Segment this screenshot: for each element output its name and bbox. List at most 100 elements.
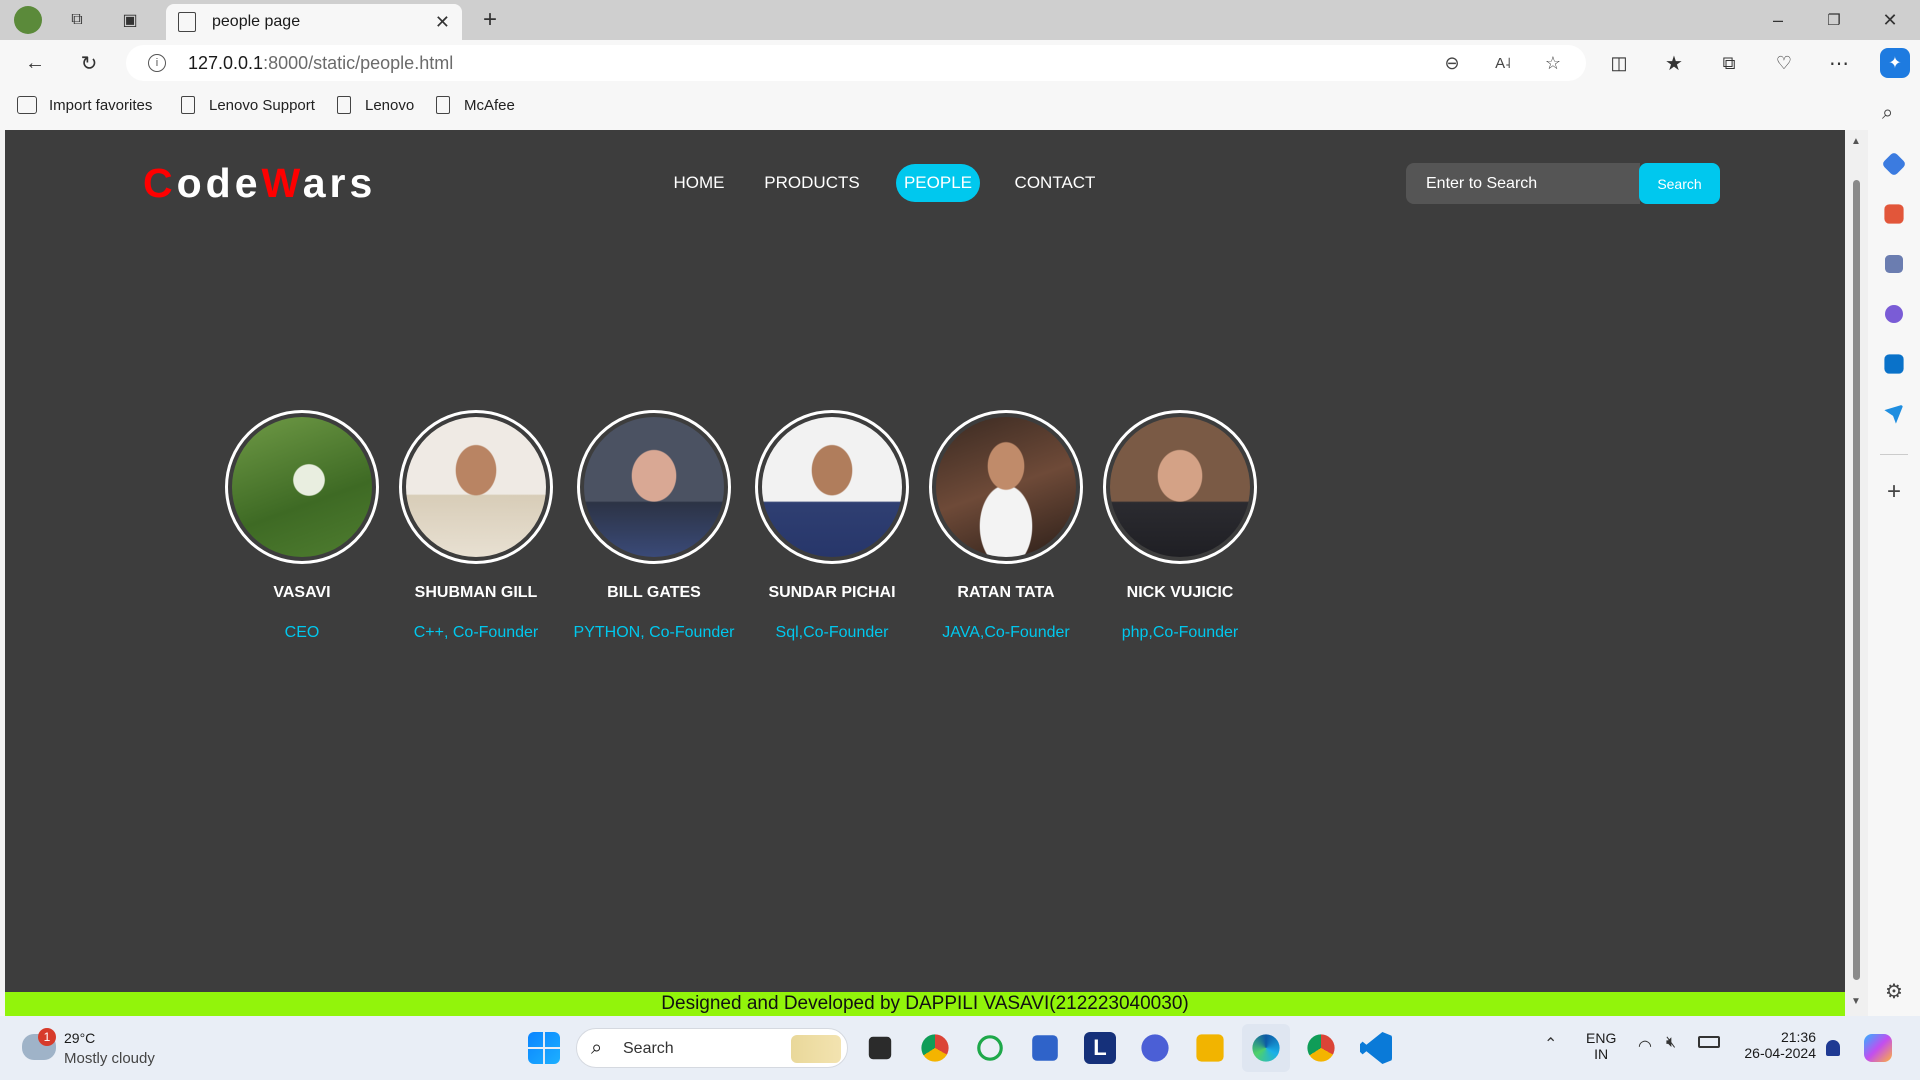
- collections-icon[interactable]: ⧉: [1714, 48, 1744, 78]
- person-role: C++, Co-Founder: [413, 624, 539, 641]
- page-icon: [337, 96, 351, 114]
- page-icon: [436, 96, 450, 114]
- taskbar-search-box[interactable]: ⌕ Search: [576, 1028, 848, 1068]
- start-windows-icon[interactable]: [528, 1032, 560, 1064]
- tab-actions-icon[interactable]: ▣: [116, 6, 144, 34]
- search-icon: ⌕: [591, 1037, 603, 1059]
- person-card: SUNDAR PICHAI Sql,Co-Founder: [749, 410, 915, 642]
- site-footer: Designed and Developed by DAPPILI VASAVI…: [5, 992, 1845, 1016]
- scroll-down-icon[interactable]: ▼: [1851, 996, 1861, 1007]
- vscode-icon[interactable]: [1360, 1032, 1392, 1064]
- person-card: RATAN TATA JAVA,Co-Founder: [923, 410, 1089, 642]
- fav-lenovo-support[interactable]: Lenovo Support: [181, 96, 315, 114]
- clock[interactable]: 21:36 26-04-2024: [1740, 1029, 1816, 1061]
- browser-essentials-icon[interactable]: ♡: [1769, 48, 1799, 78]
- tab-people-page[interactable]: people page ✕: [166, 4, 462, 40]
- search-button[interactable]: Search: [1639, 163, 1720, 204]
- app-a-icon[interactable]: [1141, 1034, 1169, 1062]
- search-input[interactable]: [1406, 163, 1640, 204]
- search-highlight-icon: [791, 1035, 841, 1063]
- nav-people[interactable]: PEOPLE: [896, 164, 980, 202]
- windows-taskbar: 1 29°C Mostly cloudy ⌕ Search L ⌃ ENG IN…: [0, 1016, 1920, 1080]
- restore-icon[interactable]: ❐: [1814, 6, 1854, 34]
- edge-icon[interactable]: [1252, 1034, 1280, 1062]
- app-ring-icon[interactable]: [977, 1035, 1003, 1061]
- tools-icon[interactable]: [1884, 204, 1904, 224]
- site-logo[interactable]: CodeWars: [143, 160, 376, 207]
- workspaces-icon[interactable]: ⧉: [63, 6, 91, 34]
- nav-products[interactable]: PRODUCTS: [757, 164, 867, 202]
- fav-lenovo[interactable]: Lenovo: [337, 96, 414, 114]
- refresh-icon[interactable]: ↻: [74, 48, 104, 78]
- person-card: NICK VUJICIC php,Co-Founder: [1097, 410, 1263, 642]
- weather-desc[interactable]: Mostly cloudy: [64, 1050, 155, 1067]
- url-path: :8000/static/people.html: [263, 52, 454, 73]
- url-host: 127.0.0.1: [188, 52, 264, 73]
- search-icon[interactable]: ⌕: [1882, 102, 1906, 126]
- zoom-icon[interactable]: ⊖: [1437, 48, 1467, 78]
- copilot-taskbar-icon[interactable]: [1864, 1034, 1892, 1062]
- outlook-icon[interactable]: [1884, 354, 1904, 374]
- add-sidebar-icon[interactable]: +: [1882, 480, 1906, 504]
- games-icon[interactable]: [1885, 255, 1903, 273]
- send-icon[interactable]: [1884, 404, 1904, 424]
- person-photo: [584, 417, 724, 557]
- person-photo: [232, 417, 372, 557]
- avatar: [755, 410, 909, 564]
- close-window-icon[interactable]: ✕: [1870, 6, 1910, 34]
- person-photo: [406, 417, 546, 557]
- person-card: VASAVI CEO: [219, 410, 385, 642]
- browser-tab-strip: ⧉ ▣ people page ✕ + – ❐ ✕: [0, 0, 1920, 40]
- person-name: NICK VUJICIC: [1126, 584, 1234, 601]
- nav-home[interactable]: HOME: [661, 164, 737, 202]
- person-photo: [762, 417, 902, 557]
- wifi-icon[interactable]: ◠: [1638, 1036, 1652, 1056]
- address-bar[interactable]: i 127.0.0.1:8000/static/people.html ⊖ A˨…: [126, 45, 1586, 81]
- person-name: RATAN TATA: [957, 584, 1055, 601]
- notification-bell-icon[interactable]: [1826, 1040, 1840, 1056]
- back-icon[interactable]: ←: [20, 48, 50, 78]
- person-name: SHUBMAN GILL: [414, 584, 538, 601]
- person-role: php,Co-Founder: [1121, 624, 1239, 641]
- favorite-star-icon[interactable]: ☆: [1538, 48, 1568, 78]
- weather-temp[interactable]: 29°C: [64, 1030, 95, 1046]
- avatar: [577, 410, 731, 564]
- store-icon[interactable]: [1032, 1035, 1058, 1061]
- task-view-icon[interactable]: [868, 1036, 892, 1060]
- scroll-up-icon[interactable]: ▲: [1851, 136, 1861, 147]
- more-menu-icon[interactable]: ⋯: [1824, 48, 1854, 78]
- chrome-icon[interactable]: [921, 1034, 949, 1062]
- file-explorer-icon[interactable]: [1196, 1034, 1224, 1062]
- microsoft-365-icon[interactable]: [1885, 305, 1903, 323]
- person-photo: [936, 417, 1076, 557]
- new-tab-icon[interactable]: +: [476, 6, 504, 34]
- page-icon: [181, 96, 195, 114]
- fav-import-favorites[interactable]: Import favorites: [17, 96, 152, 114]
- show-hidden-icons[interactable]: ⌃: [1544, 1034, 1557, 1054]
- close-tab-icon[interactable]: ✕: [435, 12, 450, 33]
- site-info-icon[interactable]: i: [148, 54, 166, 72]
- settings-gear-icon[interactable]: ⚙: [1882, 980, 1906, 1004]
- avatar: [399, 410, 553, 564]
- person-role: CEO: [284, 624, 320, 641]
- battery-icon[interactable]: [1698, 1036, 1720, 1048]
- avatar: [225, 410, 379, 564]
- copilot-icon[interactable]: ✦: [1880, 48, 1910, 78]
- profile-avatar-icon[interactable]: [14, 6, 42, 34]
- language-indicator[interactable]: ENG IN: [1586, 1030, 1616, 1062]
- minimize-icon[interactable]: –: [1758, 6, 1798, 34]
- nav-contact[interactable]: CONTACT: [1005, 164, 1105, 202]
- import-icon: [17, 96, 37, 114]
- person-card: SHUBMAN GILL C++, Co-Founder: [393, 410, 559, 642]
- read-aloud-icon[interactable]: A˨: [1488, 48, 1518, 78]
- split-screen-icon[interactable]: ◫: [1604, 48, 1634, 78]
- vertical-scrollbar[interactable]: ▲ ▼: [1845, 130, 1868, 1016]
- lenovo-l-icon[interactable]: L: [1084, 1032, 1116, 1064]
- fav-mcafee[interactable]: McAfee: [436, 96, 515, 114]
- person-name: VASAVI: [273, 584, 331, 601]
- scroll-thumb[interactable]: [1853, 180, 1860, 980]
- speaker-muted-icon[interactable]: 🔇︎: [1666, 1034, 1676, 1052]
- favorites-icon[interactable]: ★: [1659, 48, 1689, 78]
- chrome-profile-icon[interactable]: [1307, 1034, 1335, 1062]
- shopping-tag-icon[interactable]: [1881, 151, 1907, 177]
